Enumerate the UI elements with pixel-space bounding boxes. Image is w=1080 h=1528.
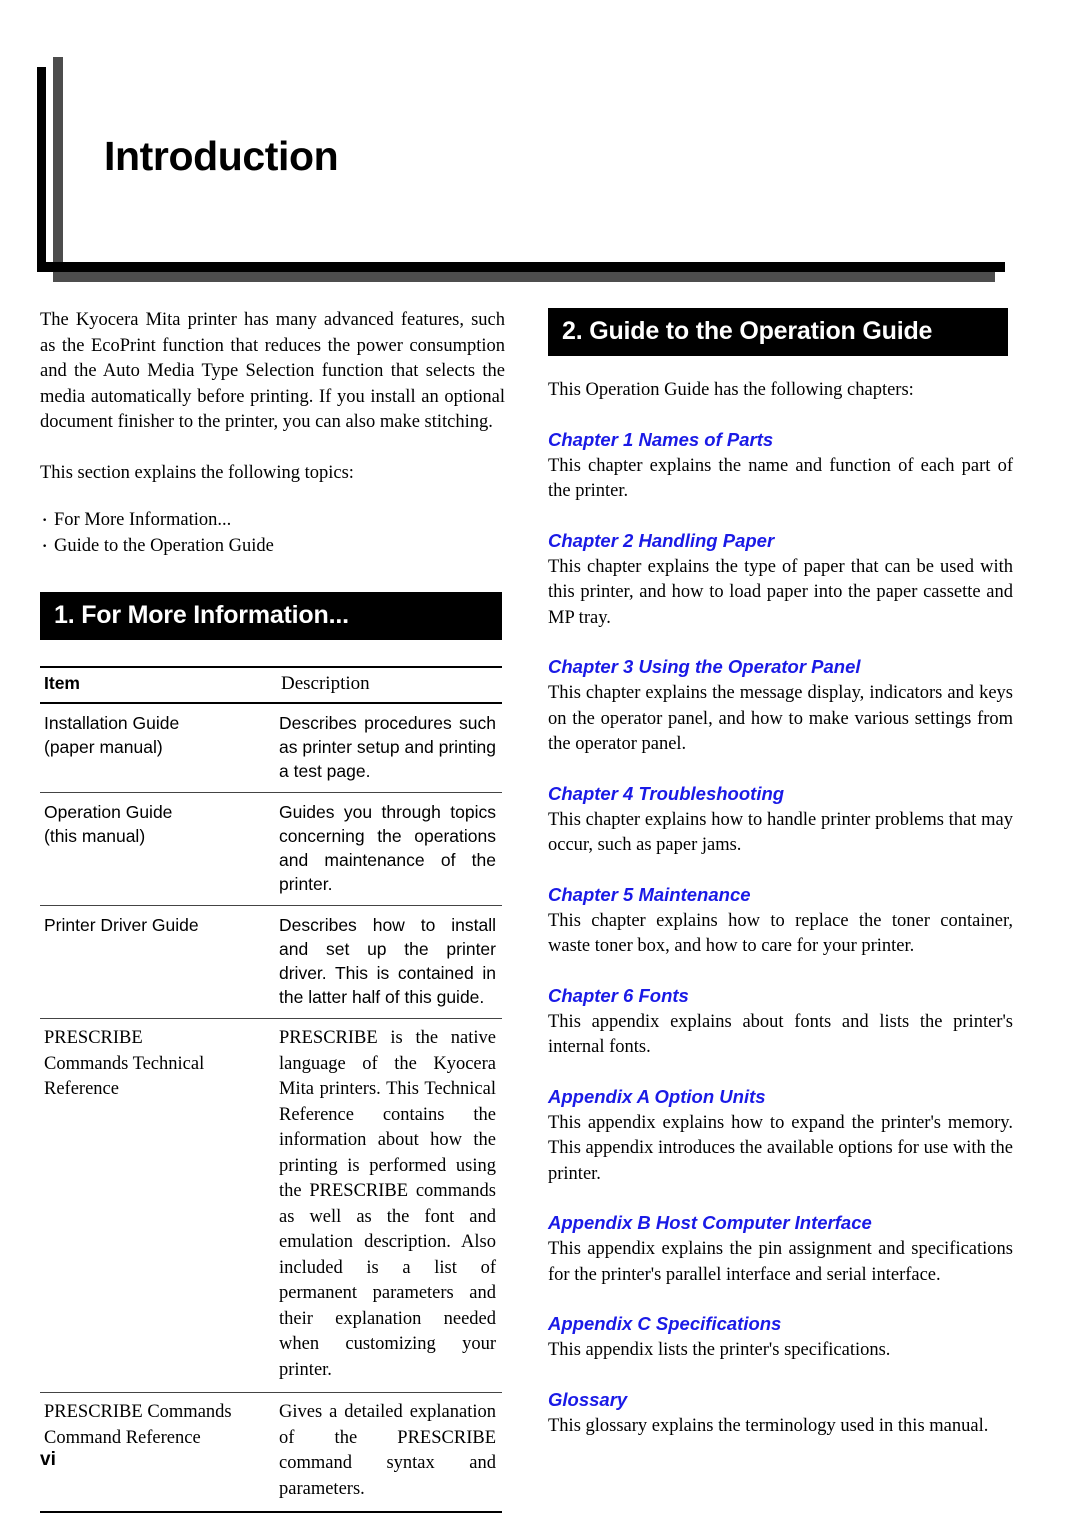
chapter-description: This appendix explains the pin assignmen… — [548, 1239, 1013, 1285]
table-body: Installation Guide (paper manual) Describ… — [40, 703, 502, 1513]
chapter-heading: Chapter 1 Names of Parts — [548, 428, 774, 450]
chapter-heading: Chapter 5 Maintenance — [548, 883, 751, 905]
information-table: Item Description Installation Guide (pape… — [40, 666, 502, 1513]
chapter-description: This chapter explains how to replace the… — [548, 910, 1013, 957]
table-row: Operation Guide (this manual) Guides you … — [40, 792, 502, 906]
chapter-entry-6: Chapter 6 Fonts This appendix explains a… — [548, 984, 1013, 1061]
list-item: Guide to the Operation Guide — [40, 533, 505, 560]
chapter-heading: Chapter 4 Troubleshooting — [548, 782, 785, 804]
right-column: 2. Guide to the Operation Guide This Ope… — [548, 308, 1013, 1439]
chapter-entry-appendix-c: Appendix C Specifications This appendix … — [548, 1312, 1013, 1364]
column-header-description: Description — [275, 666, 502, 704]
cell-description: Describes procedures such as printer set… — [275, 703, 502, 793]
chapter-heading: Appendix A Option Units — [548, 1085, 766, 1107]
header-decoration-gray-vertical — [53, 57, 63, 272]
chapter-description: This chapter explains the type of paper … — [548, 556, 1013, 628]
chapter-entry-3: Chapter 3 Using the Operator Panel This … — [548, 655, 1013, 758]
table-row: PRESCRIBE Commands Technical Reference PRE… — [40, 1018, 502, 1393]
chapter-entry-5: Chapter 5 Maintenance This chapter expla… — [548, 883, 1013, 960]
intro-paragraph-1: The Kyocera Mita printer has many advanc… — [40, 310, 505, 432]
cell-item: PRESCRIBE Commands Command Reference — [40, 1392, 275, 1513]
chapter-description: This appendix explains how to expand the… — [548, 1112, 1013, 1184]
cell-item: Printer Driver Guide — [40, 905, 275, 1019]
chapter-entry-appendix-a: Appendix A Option Units This appendix ex… — [548, 1085, 1013, 1188]
section-heading-guide-to-the-operation-guide: 2. Guide to the Operation Guide — [548, 308, 1008, 356]
table-row: Printer Driver Guide Describes how to in… — [40, 905, 502, 1019]
chapter-description: This chapter explains how to handle prin… — [548, 809, 1013, 856]
table-row: PRESCRIBE Commands Command Reference Give… — [40, 1392, 502, 1513]
page-title: Introduction — [104, 133, 339, 179]
header-decoration-black-vertical — [37, 67, 46, 265]
chapter-heading: Chapter 2 Handling Paper — [548, 529, 775, 551]
chapter-heading: Glossary — [548, 1388, 628, 1410]
cell-description: Describes how to install and set up the … — [275, 905, 502, 1019]
chapter-description: This appendix lists the printer's specif… — [548, 1340, 891, 1360]
chapter-heading: Appendix B Host Computer Interface — [548, 1212, 872, 1233]
cell-description: PRESCRIBE is the native language of the … — [275, 1018, 502, 1393]
cell-item: Operation Guide (this manual) — [40, 792, 275, 906]
section2-lead: This Operation Guide has the following c… — [548, 380, 914, 400]
chapter-entry-4: Chapter 4 Troubleshooting This chapter e… — [548, 782, 1013, 859]
cell-description: Gives a detailed explanation of the PRES… — [275, 1392, 502, 1513]
intro-paragraph-2: This section explains the following topi… — [40, 462, 354, 483]
chapter-entry-appendix-b: Appendix B Host Computer Interface This … — [548, 1211, 1013, 1288]
header-decoration-black-horizontal — [37, 262, 1005, 272]
section-heading-for-more-information: 1. For More Information... — [40, 592, 502, 640]
document-page: Introduction The Kyocera Mita printer ha… — [0, 0, 1080, 1528]
header-decoration-gray-horizontal — [53, 272, 995, 282]
chapter-description: This chapter explains the name and funct… — [548, 455, 1013, 502]
topics-list: For More Information... Guide to the Ope… — [40, 507, 505, 560]
chapter-entry-1: Chapter 1 Names of Parts This chapter ex… — [548, 428, 1013, 505]
cell-description: Guides you through topics concerning the… — [275, 792, 502, 906]
chapter-heading: Chapter 6 Fonts — [548, 984, 689, 1006]
page-number: vi — [40, 1449, 56, 1470]
cell-item: PRESCRIBE Commands Technical Reference — [40, 1018, 275, 1393]
chapter-description: This appendix explains about fonts and l… — [548, 1011, 1013, 1058]
table-row: Installation Guide (paper manual) Describ… — [40, 703, 502, 793]
column-header-item: Item — [40, 666, 275, 704]
table-header-row: Item Description — [40, 666, 502, 704]
left-column: The Kyocera Mita printer has many advanc… — [40, 308, 505, 1513]
chapter-entry-2: Chapter 2 Handling Paper This chapter ex… — [548, 529, 1013, 632]
cell-item: Installation Guide (paper manual) — [40, 703, 275, 793]
chapter-entry-glossary: Glossary This glossary explains the term… — [548, 1388, 1013, 1440]
list-item: For More Information... — [40, 507, 505, 534]
chapter-heading: Appendix C Specifications — [548, 1313, 782, 1334]
chapter-description: This chapter explains the message displa… — [548, 683, 1013, 754]
chapter-description: This glossary explains the terminology u… — [548, 1415, 989, 1436]
chapter-heading: Chapter 3 Using the Operator Panel — [548, 656, 861, 677]
